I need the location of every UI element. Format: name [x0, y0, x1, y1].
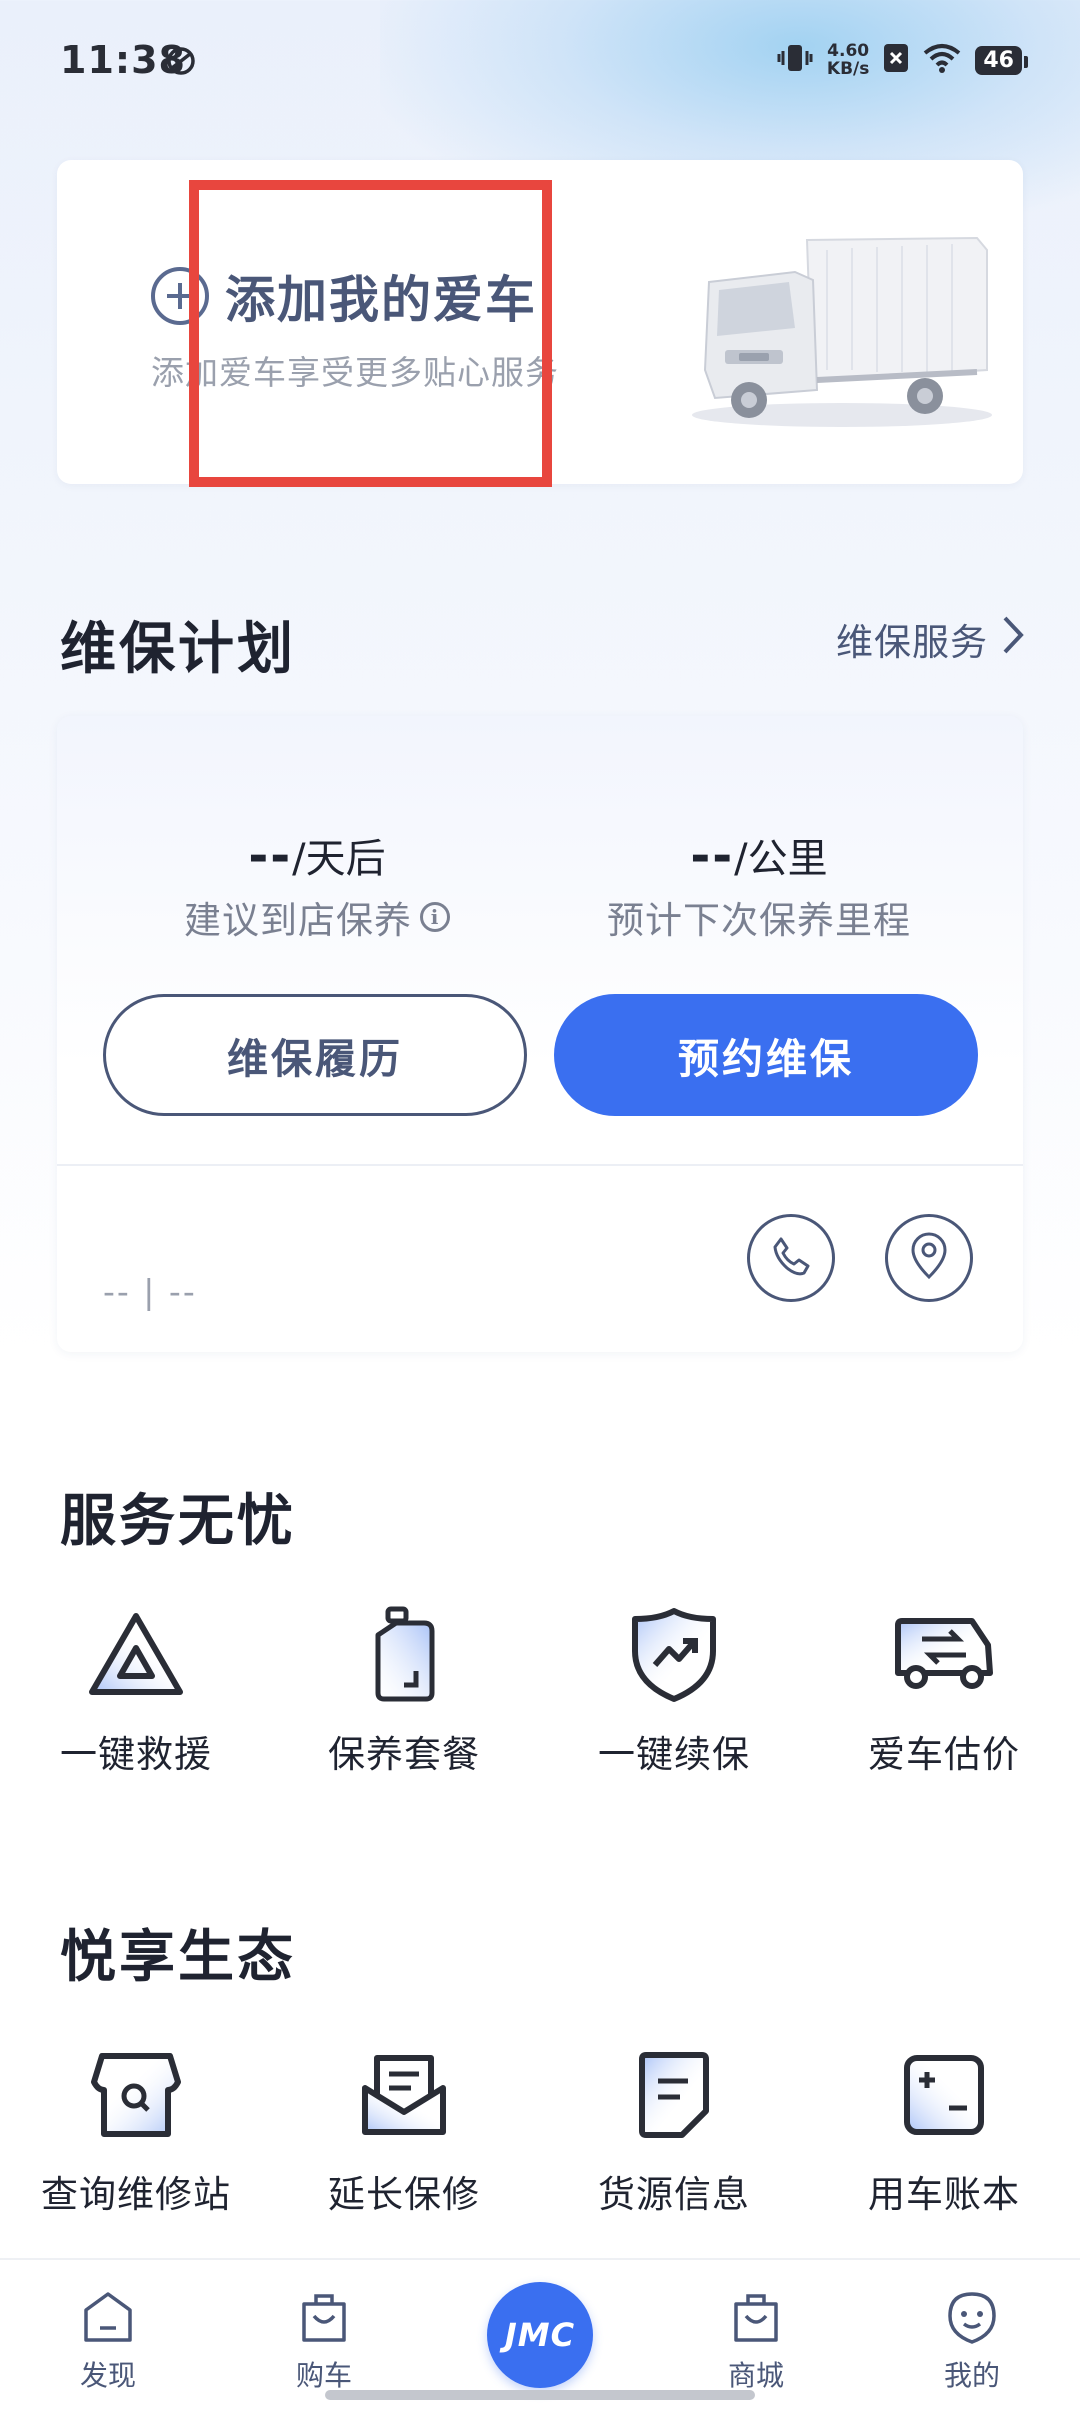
sim-blocked-icon — [883, 43, 909, 77]
maintenance-history-button[interactable]: 维保履历 — [103, 994, 527, 1116]
calculator-icon — [889, 2040, 999, 2150]
store-search-icon — [81, 2040, 191, 2150]
shopping-bag-icon — [294, 2288, 354, 2348]
service-label: 爱车估价 — [868, 1733, 1020, 1776]
nav-label: 我的 — [943, 2359, 1000, 2392]
profile-icon — [942, 2288, 1002, 2348]
phone-call-button[interactable] — [747, 1214, 835, 1302]
eco-label: 货源信息 — [598, 2173, 750, 2216]
km-unit: /公里 — [734, 836, 828, 882]
service-label: 一键救援 — [60, 1733, 212, 1776]
maintenance-service-label: 维保服务 — [836, 621, 988, 664]
document-icon — [619, 2040, 729, 2150]
service-item-valuation[interactable]: 爱车估价 — [824, 1600, 1064, 1778]
days-stat: --/天后 建议到店保养 i — [97, 826, 537, 944]
maintenance-service-link[interactable]: 维保服务 — [836, 612, 1024, 666]
mileage-stat: --/公里 预计下次保养里程 — [539, 826, 979, 944]
eco-label: 延长保修 — [328, 2173, 480, 2216]
mall-bag-icon — [726, 2288, 786, 2348]
eco-item-expense-book[interactable]: 用车账本 — [824, 2040, 1064, 2218]
eco-label: 查询维修站 — [41, 2173, 231, 2216]
chevron-right-icon — [1002, 615, 1024, 664]
eco-item-repair-station[interactable]: 查询维修站 — [16, 2040, 256, 2218]
annotation-highlight-box — [189, 180, 552, 487]
warning-triangle-icon — [81, 1600, 191, 1710]
nav-discover[interactable]: 发现 — [38, 2288, 178, 2394]
card-divider — [57, 1164, 1023, 1166]
eco-item-extended-warranty[interactable]: 延长保修 — [284, 2040, 524, 2218]
nav-label: 商城 — [727, 2359, 784, 2392]
days-value: -- — [248, 828, 293, 884]
service-item-rescue[interactable]: 一键救援 — [16, 1600, 256, 1778]
battery-indicator: 46 — [975, 45, 1028, 75]
nav-label: 购车 — [295, 2359, 352, 2392]
km-label: 预计下次保养里程 — [607, 899, 911, 942]
vibrate-icon — [777, 42, 813, 78]
eco-item-cargo-info[interactable]: 货源信息 — [554, 2040, 794, 2218]
book-maintenance-button[interactable]: 预约维保 — [554, 994, 978, 1116]
service-label: 保养套餐 — [328, 1733, 480, 1776]
wifi-icon — [923, 43, 961, 77]
days-label: 建议到店保养 — [184, 899, 412, 942]
nav-label: 发现 — [79, 2359, 136, 2392]
status-bar: 11:38 4.60 KB/s 46 — [0, 0, 1080, 128]
eco-label: 用车账本 — [868, 2173, 1020, 2216]
phone-icon — [769, 1234, 813, 1282]
status-icons: 4.60 KB/s 46 — [777, 42, 1028, 78]
service-item-package[interactable]: 保养套餐 — [284, 1600, 524, 1778]
discover-icon — [78, 2288, 138, 2348]
net-speed: 4.60 KB/s — [827, 42, 869, 78]
nav-mall[interactable]: 商城 — [686, 2288, 826, 2394]
oil-bottle-icon — [349, 1600, 459, 1710]
km-value: -- — [690, 828, 735, 884]
location-pin-icon — [907, 1231, 951, 1285]
nav-profile[interactable]: 我的 — [902, 2288, 1042, 2394]
location-button[interactable] — [885, 1214, 973, 1302]
info-icon[interactable]: i — [420, 902, 450, 932]
service-label: 一键续保 — [598, 1733, 750, 1776]
net-speed-unit: KB/s — [826, 59, 870, 79]
app-notification-icon — [166, 46, 196, 80]
days-unit: /天后 — [292, 836, 386, 882]
maintenance-card: --/天后 建议到店保养 i --/公里 预计下次保养里程 维保履历 预约维保 … — [57, 716, 1023, 1352]
dealer-info: -- | -- — [103, 1272, 197, 1311]
jmc-home-button[interactable]: JMC — [487, 2282, 593, 2388]
maintenance-section-title: 维保计划 — [60, 617, 296, 682]
truck-illustration — [677, 220, 997, 434]
ecosystem-section-title: 悦享生态 — [60, 1925, 296, 1990]
truck-exchange-icon — [889, 1600, 999, 1710]
net-speed-value: 4.60 — [827, 41, 870, 61]
service-item-insurance[interactable]: 一键续保 — [554, 1600, 794, 1778]
home-indicator[interactable] — [325, 2390, 755, 2400]
shield-trend-icon — [619, 1600, 729, 1710]
services-section-title: 服务无忧 — [60, 1489, 296, 1554]
nav-buy-car[interactable]: 购车 — [254, 2288, 394, 2394]
envelope-doc-icon — [349, 2040, 459, 2150]
